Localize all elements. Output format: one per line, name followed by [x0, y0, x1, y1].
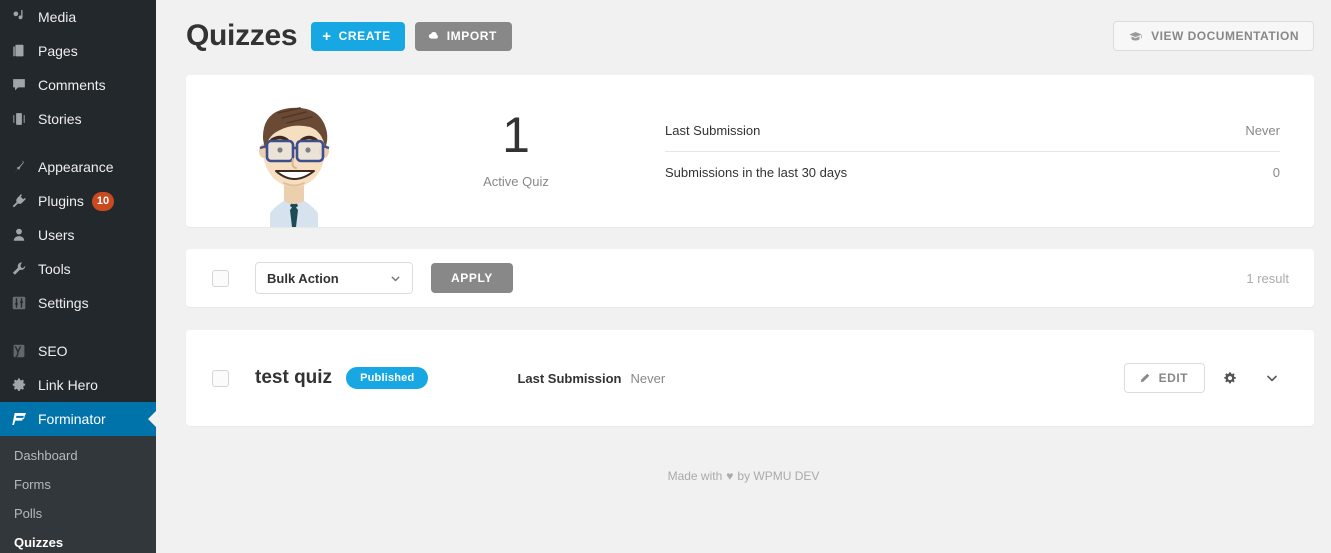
submenu-item-polls[interactable]: Polls: [0, 500, 156, 529]
mascot-illustration: [186, 75, 401, 227]
stat-label: Last Submission: [665, 122, 761, 138]
sidebar-divider: [0, 320, 156, 334]
bulk-action-value: Bulk Action: [267, 270, 339, 286]
status-badge: Published: [346, 367, 429, 389]
footer-prefix: Made with: [667, 469, 723, 483]
sidebar-item-link-hero[interactable]: Link Hero: [0, 368, 156, 402]
quiz-title[interactable]: test quiz: [255, 367, 332, 389]
sidebar-item-plugins[interactable]: Plugins 10: [0, 184, 156, 218]
sidebar-item-settings[interactable]: Settings: [0, 286, 156, 320]
quiz-last-submission-label: Last Submission: [517, 370, 622, 386]
stat-value: 0: [1272, 164, 1280, 180]
forminator-submenu: Dashboard Forms Polls Quizzes: [0, 436, 156, 553]
import-button[interactable]: IMPORT: [414, 21, 512, 51]
sidebar-item-label: Tools: [38, 261, 71, 277]
sidebar-item-label: Comments: [38, 77, 106, 93]
pages-icon: [9, 41, 29, 61]
main-content: Quizzes + CREATE IMPORT VIEW DOCUMENTATI…: [156, 0, 1331, 553]
active-pointer: [148, 410, 156, 428]
quiz-row-actions: EDIT: [1123, 363, 1289, 393]
heart-icon: ♥: [726, 469, 734, 483]
page-footer: Made with ♥ by WPMU DEV: [156, 469, 1331, 483]
graduation-cap-icon: [1128, 29, 1143, 44]
settings-icon: [9, 293, 29, 313]
submenu-item-dashboard[interactable]: Dashboard: [0, 442, 156, 471]
chevron-down-icon: [389, 272, 402, 285]
sidebar-item-label: SEO: [38, 343, 68, 359]
page-header: Quizzes + CREATE IMPORT VIEW DOCUMENTATI…: [156, 0, 1331, 58]
result-count: 1 result: [1246, 270, 1289, 286]
active-quiz-count-block: 1 Active Quiz: [401, 75, 631, 227]
sidebar-item-forminator[interactable]: Forminator: [0, 402, 156, 436]
link-hero-icon: [9, 375, 29, 395]
summary-card: 1 Active Quiz Last Submission Never Subm…: [186, 75, 1314, 227]
tools-icon: [9, 259, 29, 279]
active-quiz-count: 1: [502, 106, 530, 163]
sidebar-item-comments[interactable]: Comments: [0, 68, 156, 102]
admin-sidebar: Media Pages Comments Stories Appearance …: [0, 0, 156, 553]
sidebar-item-label: Media: [38, 9, 77, 25]
cloud-upload-icon: [426, 29, 440, 43]
media-icon: [9, 7, 29, 27]
pencil-icon: [1138, 372, 1151, 385]
sidebar-item-stories[interactable]: Stories: [0, 102, 156, 136]
quiz-list-row: test quiz Published Last Submission Neve…: [186, 330, 1314, 426]
summary-stats: Last Submission Never Submissions in the…: [631, 75, 1314, 227]
bulk-action-select[interactable]: Bulk Action: [255, 262, 413, 294]
sidebar-group-content: Media Pages Comments Stories Appearance …: [0, 0, 156, 436]
sidebar-item-label: Appearance: [38, 159, 114, 175]
view-documentation-label: VIEW DOCUMENTATION: [1151, 29, 1299, 43]
sidebar-item-appearance[interactable]: Appearance: [0, 150, 156, 184]
comments-icon: [9, 75, 29, 95]
sidebar-item-label: Users: [38, 227, 75, 243]
create-button-label: CREATE: [338, 29, 391, 43]
quiz-last-submission: Last Submission Never: [517, 371, 665, 386]
admin-page: Media Pages Comments Stories Appearance …: [0, 0, 1331, 553]
chevron-down-icon[interactable]: [1255, 363, 1289, 393]
submenu-item-quizzes[interactable]: Quizzes: [0, 529, 156, 553]
sidebar-item-seo[interactable]: SEO: [0, 334, 156, 368]
view-documentation-button[interactable]: VIEW DOCUMENTATION: [1113, 21, 1314, 51]
users-icon: [9, 225, 29, 245]
edit-button[interactable]: EDIT: [1123, 363, 1205, 393]
sidebar-divider: [0, 136, 156, 150]
gear-icon[interactable]: [1213, 363, 1247, 393]
sidebar-item-media[interactable]: Media: [0, 0, 156, 34]
sidebar-item-users[interactable]: Users: [0, 218, 156, 252]
sidebar-item-pages[interactable]: Pages: [0, 34, 156, 68]
edit-button-label: EDIT: [1158, 371, 1188, 385]
plugins-update-badge: 10: [91, 191, 115, 211]
bulk-action-bar: Bulk Action APPLY 1 result: [186, 249, 1314, 307]
select-all-checkbox[interactable]: [212, 269, 229, 287]
sidebar-item-label: Forminator: [38, 411, 106, 427]
page-title: Quizzes: [186, 19, 298, 52]
footer-suffix: by WPMU DEV: [737, 469, 820, 483]
seo-icon: [9, 341, 29, 361]
sidebar-item-label: Stories: [38, 111, 82, 127]
sidebar-item-label: Settings: [38, 295, 89, 311]
sidebar-item-tools[interactable]: Tools: [0, 252, 156, 286]
plus-icon: +: [322, 27, 332, 45]
submenu-item-forms[interactable]: Forms: [0, 471, 156, 500]
import-button-label: IMPORT: [446, 29, 497, 43]
forminator-icon: [9, 409, 29, 429]
stat-row-last-submission: Last Submission Never: [665, 110, 1280, 151]
plugins-icon: [9, 191, 29, 211]
create-button[interactable]: + CREATE: [311, 21, 405, 51]
quiz-last-submission-value: Never: [630, 370, 666, 386]
stat-value: Never: [1245, 122, 1280, 138]
quiz-row-checkbox[interactable]: [212, 369, 229, 387]
apply-button-label: APPLY: [451, 271, 493, 285]
active-quiz-count-label: Active Quiz: [483, 173, 549, 189]
appearance-icon: [9, 157, 29, 177]
sidebar-item-label: Link Hero: [38, 377, 98, 393]
sidebar-item-label: Plugins: [38, 193, 84, 209]
stories-icon: [9, 109, 29, 129]
mascot-svg: [258, 107, 329, 227]
apply-button[interactable]: APPLY: [431, 263, 513, 293]
stat-label: Submissions in the last 30 days: [665, 164, 848, 180]
sidebar-item-label: Pages: [38, 43, 78, 59]
stat-row-submissions-30-days: Submissions in the last 30 days 0: [665, 150, 1280, 193]
